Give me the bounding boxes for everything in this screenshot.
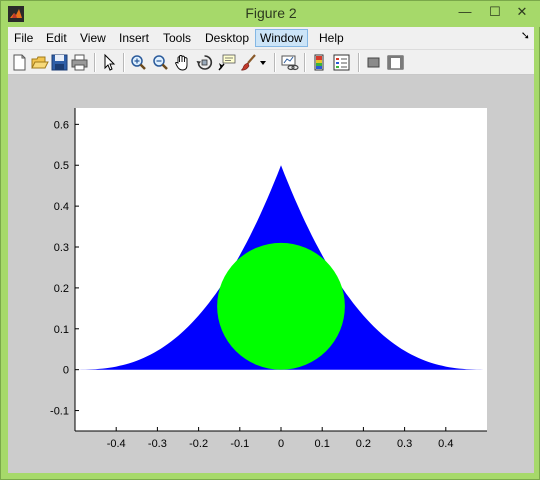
minimize-button[interactable]: — <box>451 1 479 23</box>
title-bar[interactable]: Figure 2 — ☐ ✕ <box>1 1 540 27</box>
y-tick-label: 0.6 <box>54 119 69 131</box>
x-tick-label: 0.2 <box>356 438 371 450</box>
save-figure-icon[interactable] <box>50 53 69 72</box>
x-tick-label: 0.3 <box>397 438 412 450</box>
zoom-out-icon[interactable] <box>151 53 170 72</box>
menu-file[interactable]: File <box>10 29 37 47</box>
plot-axes[interactable]: -0.4 -0.3 -0.2 -0.1 0 0.1 0.2 0.3 0.4 -0.1 0 0.1 0.2… <box>8 75 534 473</box>
edit-plot-arrow-icon[interactable] <box>100 53 119 72</box>
figure-toolbar <box>8 49 534 75</box>
x-tick-label: 0.1 <box>315 438 330 450</box>
menu-bar: File Edit View Insert Tools Desktop Wind… <box>8 27 534 49</box>
insert-legend-icon[interactable] <box>332 53 351 72</box>
y-tick-label: -0.1 <box>50 406 69 418</box>
toolbar-separator <box>358 53 360 72</box>
rotate-3d-icon[interactable] <box>195 53 214 72</box>
x-tick-label: -0.3 <box>148 438 167 450</box>
y-tick-label: 0 <box>63 365 69 377</box>
brush-icon[interactable] <box>239 53 258 72</box>
show-plot-tools-icon[interactable] <box>386 53 405 72</box>
x-tick-label: -0.4 <box>107 438 126 450</box>
y-tick-label: 0.4 <box>54 201 69 213</box>
toolbar-separator <box>94 53 96 72</box>
pan-hand-icon[interactable] <box>173 53 192 72</box>
menu-edit[interactable]: Edit <box>42 29 71 47</box>
y-tick-label: 0.2 <box>54 283 69 295</box>
toolbar-separator <box>274 53 276 72</box>
toolbar-separator <box>304 53 306 72</box>
data-cursor-icon[interactable] <box>217 53 236 72</box>
insert-colorbar-icon[interactable] <box>310 53 329 72</box>
x-tick-label: -0.2 <box>189 438 208 450</box>
menu-help[interactable]: Help <box>315 29 348 47</box>
print-figure-icon[interactable] <box>70 53 89 72</box>
dock-arrow-icon[interactable]: ➘ <box>521 29 530 42</box>
brush-dropdown-icon[interactable] <box>258 53 268 72</box>
menu-desktop[interactable]: Desktop <box>201 29 253 47</box>
hide-plot-tools-icon[interactable] <box>364 53 383 72</box>
close-button[interactable]: ✕ <box>503 1 540 23</box>
y-tick-label: 0.5 <box>54 160 69 172</box>
menu-view[interactable]: View <box>76 29 110 47</box>
inscribed-circle <box>217 242 345 370</box>
menu-insert[interactable]: Insert <box>115 29 153 47</box>
menu-window[interactable]: Window <box>255 29 308 47</box>
figure-canvas: -0.4 -0.3 -0.2 -0.1 0 0.1 0.2 0.3 0.4 -0.1 0 0.1 0.2… <box>8 75 534 473</box>
y-tick-label: 0.3 <box>54 242 69 254</box>
figure-window: Figure 2 — ☐ ✕ File Edit View Insert Too… <box>0 0 540 480</box>
link-plot-icon[interactable] <box>280 53 299 72</box>
new-figure-icon[interactable] <box>10 53 29 72</box>
x-tick-label: -0.1 <box>230 438 249 450</box>
zoom-in-icon[interactable] <box>129 53 148 72</box>
x-tick-label: 0 <box>278 438 284 450</box>
toolbar-separator <box>123 53 125 72</box>
menu-tools[interactable]: Tools <box>159 29 195 47</box>
open-file-icon[interactable] <box>30 53 49 72</box>
y-tick-label: 0.1 <box>54 324 69 336</box>
x-tick-label: 0.4 <box>438 438 453 450</box>
